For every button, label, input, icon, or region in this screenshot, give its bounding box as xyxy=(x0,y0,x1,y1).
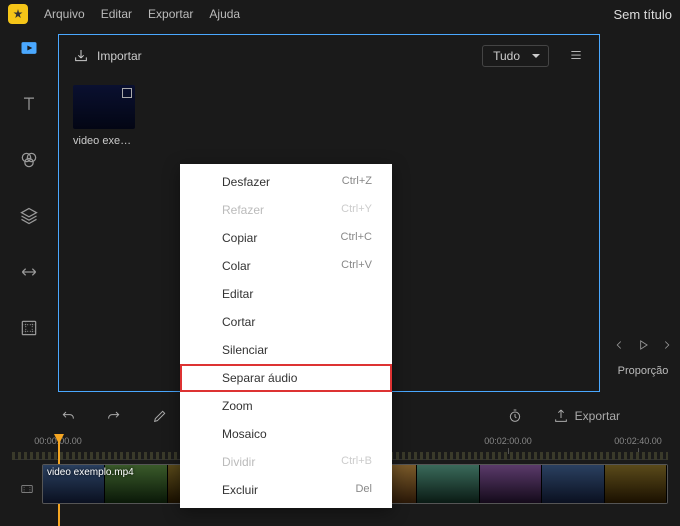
ctx-item-silenciar[interactable]: Silenciar xyxy=(180,336,392,364)
ruler-tick: 00:02:00.00 xyxy=(484,436,532,446)
filters-tab-icon[interactable] xyxy=(15,146,43,174)
ctx-label: Colar xyxy=(222,259,251,273)
ctx-label: Mosaico xyxy=(222,427,267,441)
ctx-item-desfazer[interactable]: Desfazer Ctrl+Z xyxy=(180,168,392,196)
ctx-item-colar[interactable]: Colar Ctrl+V xyxy=(180,252,392,280)
ctx-item-copiar[interactable]: Copiar Ctrl+C xyxy=(180,224,392,252)
timer-icon[interactable] xyxy=(507,408,523,424)
menu-exportar[interactable]: Exportar xyxy=(148,7,193,21)
ctx-item-cortar[interactable]: Cortar xyxy=(180,308,392,336)
undo-icon[interactable] xyxy=(60,408,76,424)
media-thumb[interactable]: video exem... xyxy=(73,85,135,147)
document-title: Sem título xyxy=(613,7,672,22)
preview-panel: Proporção xyxy=(606,28,680,398)
ctx-label: Silenciar xyxy=(222,343,268,357)
ctx-label: Zoom xyxy=(222,399,253,413)
context-menu: DesfazerCtrl+ZRefazerCtrl+YCopiarCtrl+CC… xyxy=(180,164,392,508)
menubar: Arquivo Editar Exportar Ajuda Sem título xyxy=(0,0,680,28)
ctx-shortcut: Del xyxy=(355,483,372,497)
import-button[interactable]: Importar xyxy=(73,48,142,64)
ctx-shortcut: Ctrl+C xyxy=(341,231,372,245)
menu-editar[interactable]: Editar xyxy=(101,7,132,21)
elements-tab-icon[interactable] xyxy=(15,314,43,342)
next-frame-icon[interactable] xyxy=(660,338,674,357)
ctx-shortcut: Ctrl+V xyxy=(341,259,372,273)
thumb-name: video exem... xyxy=(73,135,135,147)
ctx-item-mosaico[interactable]: Mosaico xyxy=(180,420,392,448)
left-toolbar xyxy=(0,28,58,398)
play-icon[interactable] xyxy=(636,338,650,357)
ctx-item-editar[interactable]: Editar xyxy=(180,280,392,308)
clip-name: video exemplo.mp4 xyxy=(47,467,134,478)
menu-arquivo[interactable]: Arquivo xyxy=(44,7,85,21)
export-button[interactable]: Exportar xyxy=(553,408,620,424)
ctx-item-refazer: Refazer Ctrl+Y xyxy=(180,196,392,224)
thumb-corner-icon xyxy=(122,88,132,98)
ctx-label: Copiar xyxy=(222,231,257,245)
transition-tab-icon[interactable] xyxy=(15,258,43,286)
overlay-tab-icon[interactable] xyxy=(15,202,43,230)
ctx-item-separar-áudio[interactable]: Separar áudio xyxy=(180,364,392,392)
track-header-icon[interactable] xyxy=(12,460,42,518)
text-tab-icon[interactable] xyxy=(15,90,43,118)
preview-controls xyxy=(612,338,674,357)
ctx-label: Cortar xyxy=(222,315,255,329)
ctx-item-dividir: Dividir Ctrl+B xyxy=(180,448,392,476)
view-list-icon[interactable] xyxy=(567,48,585,65)
ctx-shortcut: Ctrl+Y xyxy=(341,203,372,217)
ctx-label: Desfazer xyxy=(222,175,270,189)
ctx-label: Excluir xyxy=(222,483,258,497)
ctx-shortcut: Ctrl+B xyxy=(341,455,372,469)
media-grid: video exem... xyxy=(73,85,585,147)
media-header: Importar Tudo xyxy=(73,45,585,67)
ctx-label: Editar xyxy=(222,287,253,301)
import-label: Importar xyxy=(97,49,142,63)
ctx-label: Refazer xyxy=(222,203,264,217)
ctx-label: Separar áudio xyxy=(222,371,297,385)
thumb-preview xyxy=(73,85,135,129)
ctx-item-zoom[interactable]: Zoom xyxy=(180,392,392,420)
ruler-tick: 00:02:40.00 xyxy=(614,436,662,446)
aspect-ratio-label[interactable]: Proporção xyxy=(618,365,669,377)
media-filter-dropdown[interactable]: Tudo xyxy=(482,45,549,67)
ctx-label: Dividir xyxy=(222,455,255,469)
media-tab-icon[interactable] xyxy=(15,34,43,62)
app-logo[interactable] xyxy=(8,4,28,24)
redo-icon[interactable] xyxy=(106,408,122,424)
prev-frame-icon[interactable] xyxy=(612,338,626,357)
ctx-shortcut: Ctrl+Z xyxy=(342,175,372,189)
edit-icon[interactable] xyxy=(152,408,168,424)
ctx-item-excluir[interactable]: Excluir Del xyxy=(180,476,392,504)
menu-ajuda[interactable]: Ajuda xyxy=(209,7,240,21)
